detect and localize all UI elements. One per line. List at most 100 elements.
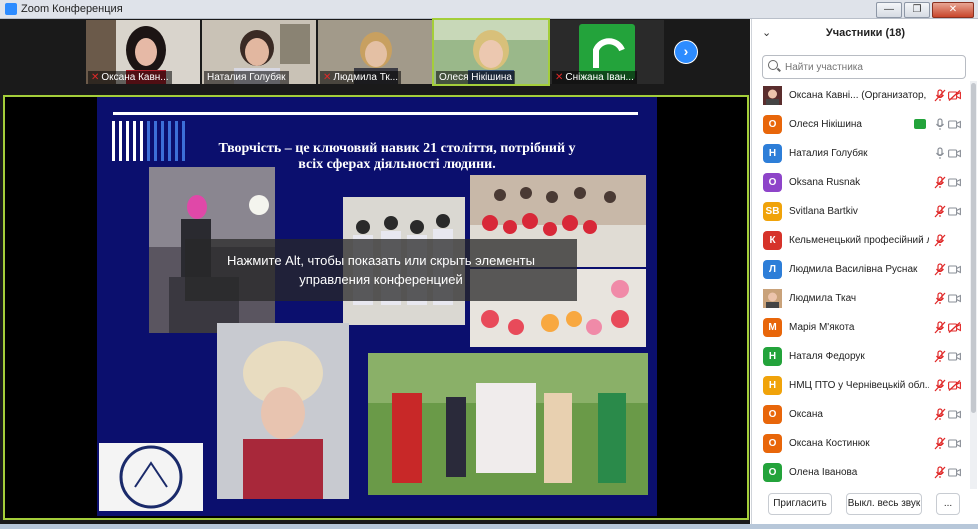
scrollbar-thumb[interactable] [971, 83, 976, 413]
avatar-initials: О [763, 434, 782, 453]
thumbnail-name: ✕ Людмила Тк... [320, 71, 402, 84]
participant-row[interactable]: О Оксана [752, 400, 970, 429]
slide-heading-line: Творчість – це ключовий навик 21 столітт… [218, 141, 576, 156]
video-thumbnail[interactable]: ✕ Сніжана Іван... [550, 20, 664, 84]
participant-name: Олена Іванова [789, 467, 858, 478]
camera-icon [948, 409, 961, 420]
mic-muted-icon[interactable] [934, 89, 946, 102]
participant-row[interactable]: Н НМЦ ПТО у Чернівецькій обл... [752, 371, 970, 400]
participant-search-input[interactable] [783, 58, 962, 76]
thumbnail-name: Олеся Нікішина [436, 71, 515, 84]
mic-muted-icon[interactable] [934, 321, 946, 334]
avatar-initials: Л [763, 260, 782, 279]
screen-share-icon [914, 119, 926, 129]
participant-row[interactable]: Л Людмила Василівна Руснак [752, 255, 970, 284]
camera-icon [948, 177, 961, 188]
mic-muted-icon[interactable] [934, 466, 946, 479]
video-thumbnail[interactable]: Наталия Голубяк [202, 20, 316, 84]
camera-icon [948, 293, 961, 304]
video-thumbnail[interactable]: ✕ Людмила Тк... [318, 20, 432, 84]
mic-muted-icon: ✕ [555, 72, 564, 83]
participant-row[interactable]: О Олеся Нікішина [752, 110, 970, 139]
mic-icon[interactable] [934, 147, 946, 160]
participants-footer: Пригласить Выкл. весь звук ... [752, 493, 978, 515]
avatar-initials: О [763, 463, 782, 482]
thumbnail-name: ✕ Сніжана Іван... [552, 71, 637, 84]
participant-name: Наталия Голубяк [789, 148, 868, 159]
participant-search[interactable] [762, 55, 966, 79]
maximize-button[interactable]: ❐ [904, 2, 930, 18]
taskbar [0, 524, 978, 529]
participant-row[interactable]: O Oksana Rusnak [752, 168, 970, 197]
camera-icon [948, 351, 961, 362]
mic-muted-icon[interactable] [934, 263, 946, 276]
more-options-button[interactable]: ... [936, 493, 960, 515]
title-bar: Zoom Конференция — ❐ ✕ [0, 0, 978, 19]
participant-row[interactable]: SB Svitlana Bartkiv [752, 197, 970, 226]
video-thumbnail[interactable]: ✕ Оксана Кавн... [86, 20, 200, 84]
slide-stripes-decoration [112, 121, 190, 161]
participant-row[interactable]: М Марія М'якота [752, 313, 970, 342]
video-thumbnail-active-speaker[interactable]: Олеся Нікішина [432, 18, 550, 86]
avatar-initials: М [763, 318, 782, 337]
avatar-initials: К [763, 231, 782, 250]
avatar-initials: О [763, 115, 782, 134]
screen-share-view: Творчість – це ключовий навик 21 столітт… [3, 95, 749, 520]
avatar-initials: Н [763, 376, 782, 395]
avatar-initials: SB [763, 202, 782, 221]
close-button[interactable]: ✕ [932, 2, 974, 18]
avatar-initials: Н [763, 347, 782, 366]
overlay-text-line: Нажмите Alt, чтобы показать или скрыть э… [227, 253, 535, 268]
participant-row[interactable]: Оксана Кавні... (Организатор, я) [752, 81, 970, 110]
mic-muted-icon[interactable] [934, 205, 946, 218]
participant-row[interactable]: К Кельменецький професійний ліцей [752, 226, 970, 255]
participant-row[interactable]: Н Наталия Голубяк [752, 139, 970, 168]
mic-muted-icon[interactable] [934, 292, 946, 305]
participant-name: Оксана Кавні... (Организатор, я) [789, 90, 929, 101]
mic-muted-icon[interactable] [934, 234, 946, 247]
participant-row[interactable]: О Оксана Костинюк [752, 429, 970, 458]
participant-name: Марія М'якота [789, 322, 855, 333]
participant-row[interactable]: Н Наталя Федорук [752, 342, 970, 371]
next-page-button[interactable]: › [674, 40, 698, 64]
camera-off-icon [948, 380, 961, 391]
overlay-text-line: управления конференцией [299, 272, 463, 287]
camera-icon [948, 206, 961, 217]
presentation-slide: Творчість – це ключовий навик 21 столітт… [97, 97, 657, 516]
mic-muted-icon[interactable] [934, 176, 946, 189]
slide-photo-costumes [368, 353, 648, 495]
participants-title: Участники (18) [825, 27, 906, 39]
thumbnail-name: ✕ Оксана Кавн... [88, 71, 172, 84]
video-area: ✕ Оксана Кавн... Наталия Голубяк ✕ Людмила… [0, 18, 750, 524]
participant-name: Кельменецький професійний ліцей [789, 235, 929, 246]
camera-icon [948, 264, 961, 275]
search-icon [768, 60, 778, 70]
mic-muted-icon: ✕ [323, 72, 332, 83]
participant-row[interactable]: О Олена Іванова [752, 458, 970, 487]
mic-muted-icon[interactable] [934, 437, 946, 450]
alt-hint-overlay: Нажмите Alt, чтобы показать или скрыть э… [185, 239, 577, 301]
window-controls: — ❐ ✕ [876, 2, 974, 18]
participant-list-scrollbar[interactable] [970, 81, 977, 489]
slide-photo-hairstyle [217, 323, 349, 499]
participant-name: Svitlana Bartkiv [789, 206, 858, 217]
participant-row[interactable]: Людмила Ткач [752, 284, 970, 313]
participant-name: Наталя Федорук [789, 351, 865, 362]
video-thumbnail-strip: ✕ Оксана Кавн... Наталия Голубяк ✕ Людмила… [0, 18, 750, 94]
slide-divider [113, 112, 638, 115]
camera-icon [948, 148, 961, 159]
mute-all-button[interactable]: Выкл. весь звук [846, 493, 922, 515]
mic-muted-icon[interactable] [934, 379, 946, 392]
camera-off-icon [948, 90, 961, 101]
participant-name: Оксана [789, 409, 823, 420]
camera-off-icon [948, 322, 961, 333]
mic-muted-icon[interactable] [934, 408, 946, 421]
minimize-button[interactable]: — [876, 2, 902, 18]
participant-list: Оксана Кавні... (Организатор, я) О Олеся Н… [752, 81, 970, 489]
participant-name: НМЦ ПТО у Чернівецькій обл... [789, 380, 929, 391]
invite-button[interactable]: Пригласить [768, 493, 832, 515]
thumbnail-name: Наталия Голубяк [204, 71, 289, 84]
mic-icon[interactable] [934, 118, 946, 131]
participant-name: Оксана Костинюк [789, 438, 870, 449]
mic-muted-icon[interactable] [934, 350, 946, 363]
